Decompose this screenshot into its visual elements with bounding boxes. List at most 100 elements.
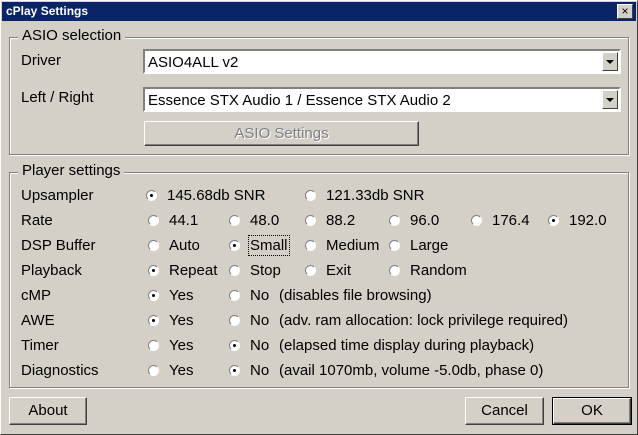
chevron-down-icon[interactable] bbox=[602, 52, 618, 71]
radio-checked-icon[interactable] bbox=[148, 290, 159, 301]
radio-unchecked-icon[interactable] bbox=[389, 265, 400, 276]
radio-unchecked-icon[interactable] bbox=[148, 240, 159, 251]
close-icon[interactable]: × bbox=[617, 4, 633, 19]
radio-option[interactable]: Auto bbox=[148, 237, 200, 254]
player-settings-group: Player settings bbox=[9, 162, 629, 388]
about-button[interactable]: About bbox=[9, 397, 87, 425]
radio-option[interactable]: Stop bbox=[229, 262, 281, 279]
radio-option[interactable]: 48.0 bbox=[229, 212, 279, 229]
radio-option[interactable]: Yes bbox=[148, 337, 193, 354]
radio-checked-icon[interactable] bbox=[548, 215, 559, 226]
player-row-label: cMP bbox=[21, 287, 51, 304]
asio-settings-button[interactable]: ASIO Settings bbox=[144, 121, 419, 146]
radio-unchecked-icon[interactable] bbox=[229, 215, 240, 226]
left-right-select[interactable]: Essence STX Audio 1 / Essence STX Audio … bbox=[143, 87, 621, 112]
radio-option[interactable]: Yes bbox=[148, 287, 193, 304]
radio-checked-icon[interactable] bbox=[229, 365, 240, 376]
title-bar: cPlay Settings × bbox=[2, 2, 636, 21]
radio-option-label: Yes bbox=[169, 362, 194, 379]
radio-option[interactable]: Yes bbox=[148, 312, 193, 329]
driver-label: Driver bbox=[21, 52, 61, 69]
radio-option[interactable]: 192.0 bbox=[548, 212, 607, 229]
player-row-note: (elapsed time display during playback) bbox=[279, 337, 535, 354]
radio-checked-icon[interactable] bbox=[229, 240, 240, 251]
player-row-note: (avail 1070mb, volume -5.0db, phase 0) bbox=[279, 362, 544, 379]
radio-option-label: Random bbox=[410, 262, 467, 279]
radio-unchecked-icon[interactable] bbox=[389, 215, 400, 226]
radio-option[interactable]: Repeat bbox=[148, 262, 217, 279]
radio-option-label: No bbox=[250, 287, 270, 304]
radio-unchecked-icon[interactable] bbox=[471, 215, 482, 226]
radio-unchecked-icon[interactable] bbox=[305, 265, 316, 276]
radio-option-label: Yes bbox=[169, 312, 194, 329]
player-row-note: (disables file browsing) bbox=[279, 287, 432, 304]
player-row-label: Timer bbox=[21, 337, 59, 354]
radio-option-label: 145.68db SNR bbox=[167, 187, 266, 204]
radio-option-label: No bbox=[250, 362, 270, 379]
radio-option[interactable]: Small bbox=[229, 235, 290, 256]
radio-option-label: Auto bbox=[169, 237, 200, 254]
radio-unchecked-icon[interactable] bbox=[148, 365, 159, 376]
radio-option-label: 176.4 bbox=[492, 212, 530, 229]
window-title: cPlay Settings bbox=[6, 4, 89, 18]
radio-option-label: Small bbox=[248, 235, 290, 256]
radio-option[interactable]: No bbox=[229, 287, 269, 304]
radio-option-label: 96.0 bbox=[410, 212, 440, 229]
radio-unchecked-icon[interactable] bbox=[389, 240, 400, 251]
radio-option-label: Yes bbox=[169, 337, 194, 354]
radio-unchecked-icon[interactable] bbox=[229, 290, 240, 301]
cancel-button[interactable]: Cancel bbox=[465, 397, 544, 425]
player-settings-legend: Player settings bbox=[18, 162, 125, 179]
radio-option-label: Exit bbox=[326, 262, 352, 279]
radio-unchecked-icon[interactable] bbox=[305, 190, 316, 201]
radio-unchecked-icon[interactable] bbox=[148, 340, 159, 351]
player-row-label: Playback bbox=[21, 262, 82, 279]
radio-option-label: Stop bbox=[250, 262, 281, 279]
radio-checked-icon[interactable] bbox=[146, 190, 157, 201]
radio-option-label: Repeat bbox=[169, 262, 218, 279]
ok-button[interactable]: OK bbox=[552, 397, 632, 425]
radio-unchecked-icon[interactable] bbox=[148, 215, 159, 226]
radio-checked-icon[interactable] bbox=[148, 265, 159, 276]
driver-select[interactable]: ASIO4ALL v2 bbox=[143, 49, 621, 74]
player-row-label: AWE bbox=[21, 312, 55, 329]
radio-option[interactable]: Random bbox=[389, 262, 467, 279]
asio-selection-legend: ASIO selection bbox=[18, 27, 126, 44]
radio-option[interactable]: 145.68db SNR bbox=[146, 187, 265, 204]
settings-window: cPlay Settings × ASIO selection Driver A… bbox=[0, 0, 638, 435]
radio-option-label: 88.2 bbox=[326, 212, 356, 229]
radio-option[interactable]: No bbox=[229, 312, 269, 329]
radio-option[interactable]: No bbox=[229, 362, 269, 379]
radio-checked-icon[interactable] bbox=[229, 340, 240, 351]
radio-checked-icon[interactable] bbox=[148, 315, 159, 326]
radio-option-label: Medium bbox=[326, 237, 380, 254]
radio-option[interactable]: Exit bbox=[305, 262, 351, 279]
radio-option[interactable]: 121.33db SNR bbox=[305, 187, 424, 204]
radio-option-label: 48.0 bbox=[250, 212, 280, 229]
radio-option-label: No bbox=[250, 312, 270, 329]
radio-option[interactable]: Medium bbox=[305, 237, 379, 254]
player-row-label: DSP Buffer bbox=[21, 237, 96, 254]
left-right-value: Essence STX Audio 1 / Essence STX Audio … bbox=[148, 92, 451, 109]
chevron-down-icon[interactable] bbox=[602, 90, 618, 109]
radio-option-label: 121.33db SNR bbox=[326, 187, 425, 204]
radio-option[interactable]: No bbox=[229, 337, 269, 354]
radio-option-label: Yes bbox=[169, 287, 194, 304]
radio-unchecked-icon[interactable] bbox=[229, 265, 240, 276]
radio-option[interactable]: Yes bbox=[148, 362, 193, 379]
radio-option[interactable]: 88.2 bbox=[305, 212, 355, 229]
radio-unchecked-icon[interactable] bbox=[305, 215, 316, 226]
radio-option[interactable]: 96.0 bbox=[389, 212, 439, 229]
player-row-note: (adv. ram allocation: lock privilege req… bbox=[279, 312, 569, 329]
player-row-label: Upsampler bbox=[21, 187, 94, 204]
radio-unchecked-icon[interactable] bbox=[229, 315, 240, 326]
radio-option[interactable]: Large bbox=[389, 237, 448, 254]
radio-unchecked-icon[interactable] bbox=[305, 240, 316, 251]
radio-option[interactable]: 176.4 bbox=[471, 212, 530, 229]
radio-option[interactable]: 44.1 bbox=[148, 212, 198, 229]
radio-option-label: 44.1 bbox=[169, 212, 199, 229]
player-row-label: Rate bbox=[21, 212, 53, 229]
radio-option-label: Large bbox=[410, 237, 449, 254]
left-right-label: Left / Right bbox=[21, 89, 94, 106]
radio-option-label: 192.0 bbox=[569, 212, 607, 229]
